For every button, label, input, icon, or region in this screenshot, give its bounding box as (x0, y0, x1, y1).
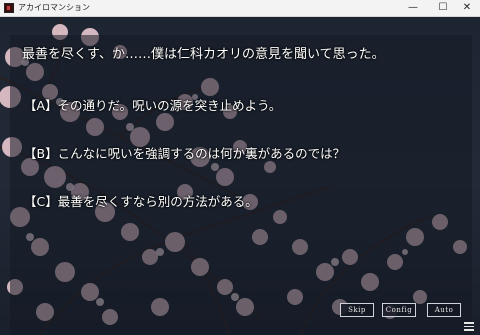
skip-button[interactable]: Skip (340, 303, 374, 317)
hamburger-menu-icon[interactable] (463, 320, 475, 332)
auto-button[interactable]: Auto (427, 303, 461, 317)
choice-c[interactable]: 【C】最善を尽くすなら別の方法がある。 (24, 191, 258, 210)
config-button[interactable]: Config (382, 303, 416, 317)
minimize-button[interactable]: — (399, 0, 427, 16)
choice-b[interactable]: 【B】こんなに呪いを強調するのは何か裏があるのでは？ (24, 143, 345, 162)
window-title: アカイロマンション (18, 3, 90, 12)
narration-text: 最善を尽くす、か……僕は仁科カオリの意見を聞いて思った。 (22, 47, 385, 62)
choice-a[interactable]: 【A】その通りだ。呪いの源を突き止めよう。 (24, 95, 281, 114)
text-window-overlay (10, 35, 472, 335)
app-icon (4, 3, 14, 13)
close-button[interactable]: ✕ (453, 0, 480, 16)
game-window: アカイロマンション — ☐ ✕ 最善を尽くす、か……僕は仁科カオリの意見を聞いて… (0, 0, 480, 335)
game-scene[interactable]: 最善を尽くす、か……僕は仁科カオリの意見を聞いて思った。 【A】その通りだ。呪い… (0, 17, 480, 335)
title-bar: アカイロマンション — ☐ ✕ (0, 0, 480, 17)
